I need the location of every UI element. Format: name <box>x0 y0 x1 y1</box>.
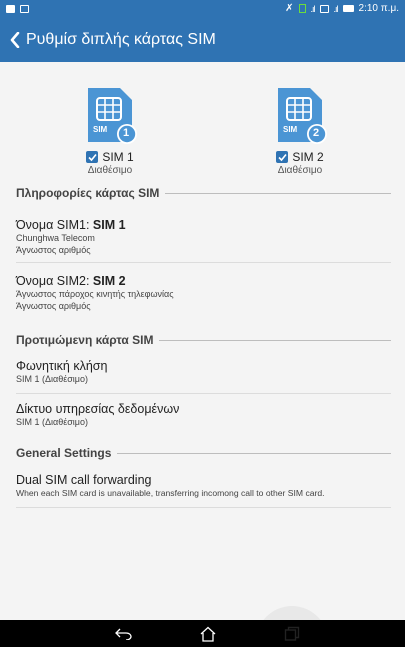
sim1-signal-icon <box>298 4 306 13</box>
sim1-name-title: Όνομα SIM1: SIM 1 <box>16 218 391 232</box>
sim1-name-row[interactable]: Όνομα SIM1: SIM 1 Chunghwa Telecom Άγνωσ… <box>16 218 391 256</box>
check-icon <box>88 153 97 161</box>
sim1-name-label: Όνομα SIM1: <box>16 218 93 232</box>
page-title: Ρυθμίσ διπλής κάρτας SIM <box>26 30 216 48</box>
section-sim-info: Πληροφορίες κάρτας SIM <box>16 186 391 200</box>
mute-icon: ✗ <box>285 3 294 14</box>
data-network-row[interactable]: Δίκτυο υπηρεσίας δεδομένων SIM 1 (Διαθέσ… <box>16 402 391 428</box>
battery-icon <box>342 5 354 12</box>
call-forwarding-description: When each SIM card is unavailable, trans… <box>16 488 325 498</box>
sim2-name-title: Όνομα SIM2: SIM 2 <box>16 274 391 288</box>
sim2-icon <box>319 4 329 13</box>
settings-content: SIM 1 SIM 1 Διαθέσιμο SIM 2 SIM 2 Διαθέσ… <box>0 62 405 620</box>
divider <box>16 507 391 508</box>
app-bar: Ρυθμίσ διπλής κάρτας SIM <box>0 17 405 62</box>
voice-call-row[interactable]: Φωνητική κλήση SIM 1 (Διαθέσιμο) <box>16 359 391 385</box>
sim2-name: SIM 2 <box>292 150 324 164</box>
recents-nav-button[interactable] <box>276 620 308 647</box>
section-title: General Settings <box>16 446 112 460</box>
voice-call-title: Φωνητική κλήση <box>16 359 108 373</box>
back-button[interactable] <box>4 17 26 62</box>
sim2-carrier: Άγνωστος πάροχος κινητής τηλεφωνίας <box>16 289 174 299</box>
sim2-name-value: SIM 2 <box>92 274 126 288</box>
sim2-name-row[interactable]: Όνομα SIM2: SIM 2 Άγνωστος πάροχος κινητ… <box>16 274 391 312</box>
voice-call-value: SIM 1 (Διαθέσιμο) <box>16 374 88 384</box>
data-network-value: SIM 1 (Διαθέσιμο) <box>16 417 88 427</box>
section-preferred-sim: Προτιμώμενη κάρτα SIM <box>16 333 391 347</box>
notification-image-icon <box>20 4 29 13</box>
chevron-left-icon <box>10 31 20 48</box>
section-rule <box>165 192 391 194</box>
sim-icon-label: SIM <box>93 125 108 134</box>
sim1-name-value: SIM 1 <box>92 218 126 232</box>
clock: 2:10 π.μ. <box>358 3 399 14</box>
sim2-status: Διαθέσιμο <box>277 165 323 176</box>
divider <box>16 393 391 394</box>
sim-icon-label: SIM <box>283 125 298 134</box>
signal-bars-2-icon: .ıl <box>333 3 339 14</box>
sim-card-2[interactable]: SIM 2 SIM 2 Διαθέσιμο <box>235 84 365 176</box>
back-nav-button[interactable] <box>108 620 140 647</box>
notification-doc-icon <box>6 4 15 13</box>
sim2-name-label: Όνομα SIM2: <box>16 274 93 288</box>
section-title: Πληροφορίες κάρτας SIM <box>16 186 160 200</box>
section-rule <box>117 452 391 454</box>
status-bar: ✗ .ıl .ıl 2:10 π.μ. <box>0 0 405 17</box>
signal-bars-icon: .ıl <box>310 3 316 14</box>
section-rule <box>159 339 391 341</box>
check-icon <box>278 153 287 161</box>
sim1-number: Άγνωστος αριθμός <box>16 245 91 255</box>
sim-badge-number: 2 <box>313 127 320 139</box>
sim2-checkbox[interactable] <box>276 151 289 163</box>
sim-badge-number: 1 <box>123 127 130 139</box>
sim1-status: Διαθέσιμο <box>87 165 133 176</box>
sim1-checkbox[interactable] <box>86 151 99 163</box>
recents-icon <box>284 626 300 641</box>
home-icon <box>200 626 216 642</box>
call-forwarding-row[interactable]: Dual SIM call forwarding When each SIM c… <box>16 473 391 499</box>
home-nav-button[interactable] <box>192 620 224 647</box>
back-icon <box>115 628 132 640</box>
sim1-carrier: Chunghwa Telecom <box>16 233 95 243</box>
sim1-name: SIM 1 <box>102 150 134 164</box>
sim-card-icon: SIM 2 <box>270 84 330 146</box>
section-title: Προτιμώμενη κάρτα SIM <box>16 333 154 347</box>
sim2-number: Άγνωστος αριθμός <box>16 301 91 311</box>
section-general-settings: General Settings <box>16 446 391 460</box>
divider <box>16 262 391 263</box>
data-network-title: Δίκτυο υπηρεσίας δεδομένων <box>16 402 180 416</box>
call-forwarding-title: Dual SIM call forwarding <box>16 473 152 487</box>
sim-card-icon: SIM 1 <box>80 84 140 146</box>
sim-card-1[interactable]: SIM 1 SIM 1 Διαθέσιμο <box>45 84 175 176</box>
